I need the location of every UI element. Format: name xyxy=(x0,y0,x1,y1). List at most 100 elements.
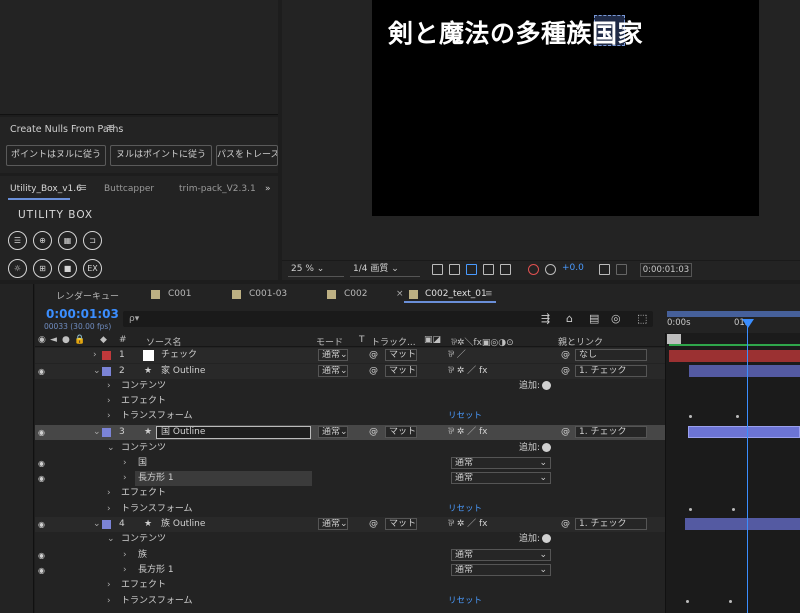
property-group-row[interactable]: › エフェクト xyxy=(35,486,665,501)
parent-dropdown[interactable]: 1. チェック xyxy=(575,518,647,530)
snapshot-icon[interactable] xyxy=(599,264,610,275)
blend-mode-dropdown[interactable]: 通常⌄ xyxy=(318,365,348,377)
property-group-row[interactable]: › エフェクト xyxy=(35,578,665,593)
graph-editor-icon[interactable]: ⬚ xyxy=(637,312,647,325)
reset-link[interactable]: リセット xyxy=(448,502,482,517)
property-label[interactable]: コンテンツ xyxy=(121,441,166,456)
tab-buttcapper[interactable]: Buttcapper xyxy=(104,184,154,194)
grid-icon[interactable]: ▦ xyxy=(58,231,77,250)
collapse-chevron-icon[interactable]: ⌄ xyxy=(107,532,115,547)
exposure-value[interactable]: +0.0 xyxy=(562,263,584,273)
expand-chevron-icon[interactable]: › xyxy=(107,502,111,517)
track-matte-dropdown[interactable]: マット⌄ xyxy=(385,426,417,438)
keyframe[interactable] xyxy=(689,415,692,418)
transparency-grid-icon[interactable] xyxy=(449,264,460,275)
in-point-marker[interactable] xyxy=(667,334,681,344)
visibility-eye-icon[interactable]: ◉ xyxy=(38,548,45,563)
parent-dropdown[interactable]: なし xyxy=(575,349,647,361)
layer-name[interactable]: チェック xyxy=(161,348,197,363)
zoom-dropdown[interactable]: 25 % ⌄ xyxy=(288,263,344,277)
frame-blending-icon[interactable]: ▤ xyxy=(589,312,599,325)
layer-duration-bar-selected[interactable] xyxy=(688,426,800,438)
property-label[interactable]: トランスフォーム xyxy=(121,502,193,517)
blend-mode-dropdown[interactable]: 通常⌄ xyxy=(318,518,348,530)
expand-chevron-icon[interactable]: › xyxy=(123,471,127,486)
tab-c001-03[interactable]: C001-03 xyxy=(249,289,287,299)
blend-mode-dropdown[interactable]: 通常⌄ xyxy=(451,457,551,469)
layer-name-edit-field[interactable]: 国 Outline xyxy=(156,426,311,439)
add-property-button[interactable]: 追加: xyxy=(519,379,552,394)
add-property-button[interactable]: 追加: xyxy=(519,441,552,456)
panel-menu-icon[interactable]: ≡ xyxy=(106,121,115,134)
content-item-row[interactable]: ◉ › 長方形 1 通常 ⌄ xyxy=(35,563,665,578)
track-matte-dropdown[interactable]: マット⌄ xyxy=(385,365,417,377)
parent-pickwhip-icon[interactable]: @ xyxy=(561,517,570,532)
property-label[interactable]: エフェクト xyxy=(121,394,166,409)
path-icon[interactable]: ⊐ xyxy=(83,231,102,250)
expand-chevron-icon[interactable]: › xyxy=(107,394,111,409)
parent-pickwhip-icon[interactable]: @ xyxy=(561,348,570,363)
expand-chevron-icon[interactable]: › xyxy=(93,348,97,363)
blend-mode-dropdown[interactable]: 通常⌄ xyxy=(451,549,551,561)
layer-row-selected[interactable]: ◉ ⌄ 3 ★ 国 Outline 通常⌄ @ マット⌄ ⅌ ✲ ／ fx @ … xyxy=(35,425,665,440)
track-matte-dropdown[interactable]: マット⌄ xyxy=(385,349,417,361)
color-management-icon[interactable] xyxy=(545,264,556,275)
collapse-chevron-icon[interactable]: ⌄ xyxy=(93,425,101,440)
track-matte-link-icon[interactable]: @ xyxy=(369,425,378,440)
layer-duration-bar[interactable] xyxy=(685,518,800,530)
anchor-icon[interactable]: ⊕ xyxy=(33,231,52,250)
panel-overflow-icon[interactable]: » xyxy=(265,184,271,194)
content-item-label[interactable]: 長方形 1 xyxy=(138,471,174,486)
close-tab-icon[interactable]: × xyxy=(396,289,404,299)
track-matte-link-icon[interactable]: @ xyxy=(369,348,378,363)
keyframe[interactable] xyxy=(686,600,689,603)
region-of-interest-icon[interactable] xyxy=(483,264,494,275)
tab-menu-icon[interactable]: ≡ xyxy=(485,289,493,299)
tab-c001[interactable]: C001 xyxy=(168,289,191,299)
tab-utility-box[interactable]: Utility_Box_v1.6 xyxy=(10,184,82,194)
tab-render-queue[interactable]: レンダーキュー xyxy=(56,289,119,302)
property-label[interactable]: トランスフォーム xyxy=(121,409,193,424)
expand-chevron-icon[interactable]: › xyxy=(107,486,111,501)
parent-dropdown[interactable]: 1. チェック xyxy=(575,426,647,438)
ex-icon[interactable]: EX xyxy=(83,259,102,278)
property-label[interactable]: エフェクト xyxy=(121,486,166,501)
visibility-eye-icon[interactable]: ◉ xyxy=(38,425,45,440)
motion-blur-icon[interactable]: ◎ xyxy=(611,312,621,325)
points-follow-nulls-button[interactable]: ポイントはヌルに従う xyxy=(6,145,106,166)
label-color-swatch[interactable] xyxy=(102,351,111,360)
layer-row[interactable]: › 1 チェック 通常⌄ @ マット⌄ ⅌ ／ @ なし xyxy=(35,348,665,363)
camera-icon[interactable]: ■ xyxy=(58,259,77,278)
parent-pickwhip-icon[interactable]: @ xyxy=(561,364,570,379)
property-group-row[interactable]: ⌄ コンテンツ 追加: xyxy=(35,532,665,547)
work-area-bar[interactable] xyxy=(667,311,800,317)
property-label[interactable]: トランスフォーム xyxy=(121,594,193,609)
track-matte-link-icon[interactable]: @ xyxy=(369,364,378,379)
layer-duration-bar[interactable] xyxy=(669,350,800,362)
settings-icon[interactable]: ☼ xyxy=(8,259,27,278)
property-group-row[interactable]: › エフェクト xyxy=(35,394,665,409)
blend-mode-dropdown[interactable]: 通常⌄ xyxy=(318,349,348,361)
source-name-column-header[interactable]: ソース名 xyxy=(146,335,182,348)
keyframe[interactable] xyxy=(729,600,732,603)
layer-name[interactable]: 家 Outline xyxy=(161,364,205,379)
property-label[interactable]: コンテンツ xyxy=(121,379,166,394)
collapse-chevron-icon[interactable]: ⌄ xyxy=(93,517,101,532)
reset-link[interactable]: リセット xyxy=(448,409,482,424)
align-icon[interactable]: ☰ xyxy=(8,231,27,250)
nulls-follow-points-button[interactable]: ヌルはポイントに従う xyxy=(110,145,212,166)
layer-switches[interactable]: ⅌ ✲ ／ fx xyxy=(448,364,488,379)
expand-chevron-icon[interactable]: › xyxy=(123,548,127,563)
layer-switches[interactable]: ⅌ ✲ ／ fx xyxy=(448,425,488,440)
layer-name[interactable]: 族 Outline xyxy=(161,517,205,532)
color-channel-icon[interactable] xyxy=(528,264,539,275)
split-icon[interactable]: ⊞ xyxy=(33,259,52,278)
track-matte-dropdown[interactable]: マット⌄ xyxy=(385,518,417,530)
keyframe[interactable] xyxy=(689,508,692,511)
blend-mode-dropdown[interactable]: 通常⌄ xyxy=(451,472,551,484)
fit-icon[interactable] xyxy=(432,264,443,275)
visibility-eye-icon[interactable]: ◉ xyxy=(38,456,45,471)
parent-pickwhip-icon[interactable]: @ xyxy=(561,425,570,440)
add-property-button[interactable]: 追加: xyxy=(519,532,552,547)
layer-switches[interactable]: ⅌ ✲ ／ fx xyxy=(448,517,488,532)
